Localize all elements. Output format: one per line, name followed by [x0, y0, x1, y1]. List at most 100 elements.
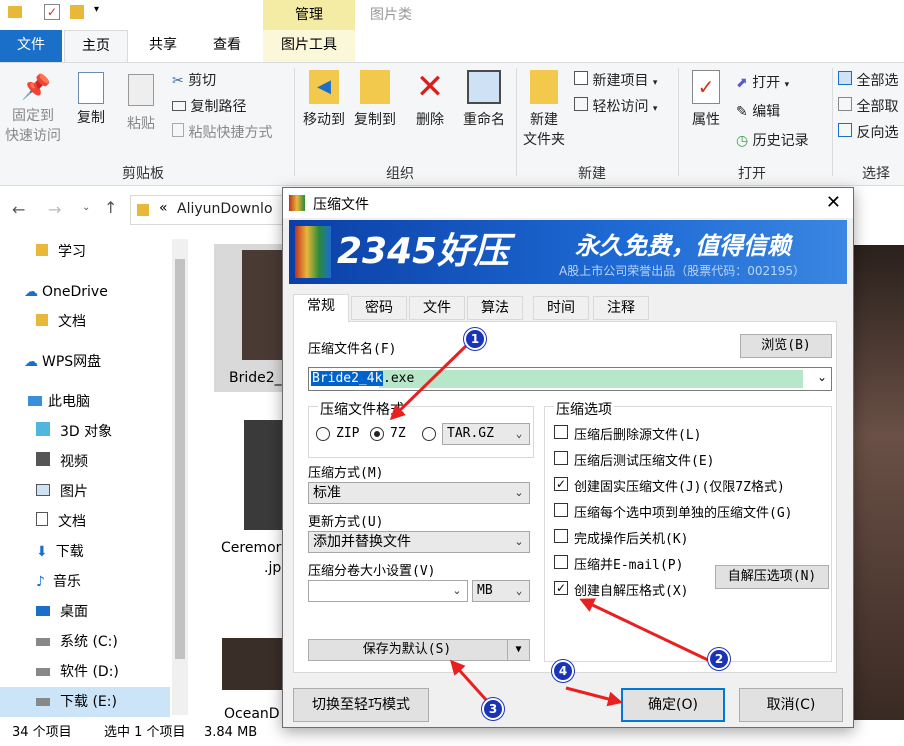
tab-view[interactable]: 查看 [200, 30, 254, 62]
sfx-options-button[interactable]: 自解压选项(N) [715, 565, 829, 589]
tab-home[interactable]: 主页 [64, 30, 128, 63]
easy-mode-button[interactable]: 切换至轻巧模式 [293, 688, 429, 722]
zip-label: ZIP [336, 426, 360, 441]
window-title: 图片类 [370, 7, 412, 23]
film-icon [36, 452, 50, 466]
up-icon[interactable]: ↑ [104, 198, 117, 217]
compress-dialog: 压缩文件 ✕ 2345好压 永久免费，值得信赖 A股上市公司荣誉出品（股票代码：… [282, 187, 854, 728]
option-checkbox[interactable] [554, 425, 568, 439]
save-default-button[interactable]: 保存为默认(S) ▼ [308, 639, 530, 661]
radio-7z[interactable] [370, 427, 384, 441]
group-clipboard-label: 剪贴板 [122, 166, 164, 182]
nav-item-wps[interactable]: ☁ WPS网盘 [24, 347, 194, 377]
rename-button[interactable]: 重命名 [454, 70, 514, 130]
file-thumbnail[interactable] [242, 250, 282, 360]
select-none-button[interactable]: 全部取 [838, 96, 898, 116]
archive-name-input[interactable]: Bride2_4k .exe ⌄ [308, 367, 832, 391]
copy-path-button[interactable]: 复制路径 [172, 96, 246, 116]
paste-button[interactable]: 粘贴 [118, 68, 164, 134]
edit-button[interactable]: ✎ 编辑 [736, 101, 780, 121]
close-icon[interactable]: ✕ [826, 192, 841, 213]
cube-icon [36, 422, 50, 436]
option-checkbox[interactable] [554, 503, 568, 517]
option-label[interactable]: 压缩后测试压缩文件(E) [574, 450, 714, 469]
history-button[interactable]: ◷ 历史记录 [736, 130, 809, 150]
nav-scrollbar-thumb[interactable] [175, 259, 185, 659]
chevron-down-icon[interactable]: ⌄ [817, 370, 827, 384]
copy-button[interactable]: 复制 [68, 72, 114, 128]
back-icon[interactable]: ← [12, 200, 25, 219]
pin-icon: 📌 [21, 73, 51, 101]
group-open-label: 打开 [738, 166, 766, 182]
tab-time[interactable]: 时间 [533, 296, 589, 320]
download-icon: ⬇ [36, 544, 48, 560]
rename-icon [467, 70, 501, 104]
option-label[interactable]: 压缩并E-mail(P) [574, 554, 683, 573]
option-checkbox[interactable] [554, 529, 568, 543]
delete-button[interactable]: ✕ 删除 [410, 70, 450, 130]
split-dropdown-icon[interactable]: ▼ [507, 640, 529, 660]
radio-zip[interactable] [316, 427, 330, 441]
option-label[interactable]: 压缩每个选中项到单独的压缩文件(G) [574, 502, 792, 521]
option-label[interactable]: 完成操作后关机(K) [574, 528, 688, 547]
tab-algorithm[interactable]: 算法 [467, 296, 523, 320]
ok-button[interactable]: 确定(O) [621, 688, 725, 722]
folder-icon [8, 6, 22, 18]
new-folder-quick-icon[interactable] [70, 5, 84, 19]
pin-quick-access-button[interactable]: 📌 固定到 快速访问 [2, 72, 64, 146]
option-checkbox[interactable]: ✓ [554, 477, 568, 491]
update-select[interactable]: 添加并替换文件 ⌄ [308, 531, 530, 553]
file-thumbnail[interactable] [222, 638, 284, 690]
browse-button[interactable]: 浏览(B) [740, 334, 832, 358]
cut-button[interactable]: ✂ 剪切 [172, 70, 216, 90]
cancel-button[interactable]: 取消(C) [739, 688, 843, 722]
option-checkbox[interactable] [554, 555, 568, 569]
targz-select[interactable]: TAR.GZ ⌄ [442, 423, 530, 445]
tab-picture-tools[interactable]: 图片工具 [263, 30, 355, 62]
manage-tab[interactable]: 管理 [263, 0, 355, 30]
tab-comment[interactable]: 注释 [593, 296, 649, 320]
group-new-label: 新建 [578, 166, 606, 182]
invert-selection-button[interactable]: 反向选 [838, 122, 898, 142]
tab-files[interactable]: 文件 [409, 296, 465, 320]
select-all-button[interactable]: 全部选 [838, 70, 898, 90]
file-thumbnail[interactable] [244, 420, 284, 530]
properties-button[interactable]: ✓ 属性 [684, 70, 728, 130]
nav-item-onedrive[interactable]: ☁ OneDrive [24, 277, 194, 307]
open-icon: ⬈ [736, 75, 748, 91]
nav-item-drive-e[interactable]: 下载 (E:) [0, 687, 170, 717]
file-name-label[interactable]: .jp [264, 560, 281, 576]
quick-access-dropdown-icon[interactable]: ▾ [94, 4, 99, 15]
tab-general[interactable]: 常规 [293, 294, 349, 322]
option-label[interactable]: 创建自解压格式(X) [574, 580, 688, 599]
options-label: 压缩选项 [554, 399, 614, 419]
document-icon [36, 512, 48, 526]
tab-password[interactable]: 密码 [351, 296, 407, 320]
split-size-input[interactable]: ⌄ [308, 580, 468, 602]
properties-quick-icon[interactable]: ✓ [44, 4, 60, 20]
file-name-label[interactable]: Ceremor [221, 540, 281, 556]
archive-name-label: 压缩文件名(F) [308, 342, 397, 357]
open-button[interactable]: ⬈ 打开 ▾ [736, 72, 789, 92]
preview-image [854, 245, 904, 720]
copy-to-button[interactable]: 复制到 [350, 70, 400, 130]
tab-file[interactable]: 文件 [0, 30, 62, 62]
new-item-button[interactable]: 新建项目 ▾ [574, 70, 657, 90]
option-checkbox[interactable]: ✓ [554, 581, 568, 595]
split-unit-select[interactable]: MB ⌄ [472, 580, 530, 602]
move-to-button[interactable]: ◀ 移动到 [298, 70, 350, 130]
file-name-label[interactable]: Bride2_ [229, 370, 282, 386]
radio-targz[interactable] [422, 427, 436, 441]
recent-dropdown-icon[interactable]: ⌄ [82, 202, 90, 213]
option-label[interactable]: 创建固实压缩文件(J)(仅限7Z格式) [574, 476, 785, 495]
option-label[interactable]: 压缩后删除源文件(L) [574, 424, 701, 443]
option-checkbox[interactable] [554, 451, 568, 465]
address-input[interactable]: « AliyunDownlo [130, 195, 290, 225]
easy-access-button[interactable]: 轻松访问 ▾ [574, 96, 657, 116]
paste-shortcut-button[interactable]: 粘贴快捷方式 [172, 122, 272, 142]
new-folder-button[interactable]: 新建 文件夹 [518, 70, 570, 150]
method-select[interactable]: 标准 ⌄ [308, 482, 530, 504]
properties-icon: ✓ [692, 70, 720, 104]
forward-icon[interactable]: → [48, 200, 61, 219]
tab-share[interactable]: 共享 [136, 30, 190, 62]
